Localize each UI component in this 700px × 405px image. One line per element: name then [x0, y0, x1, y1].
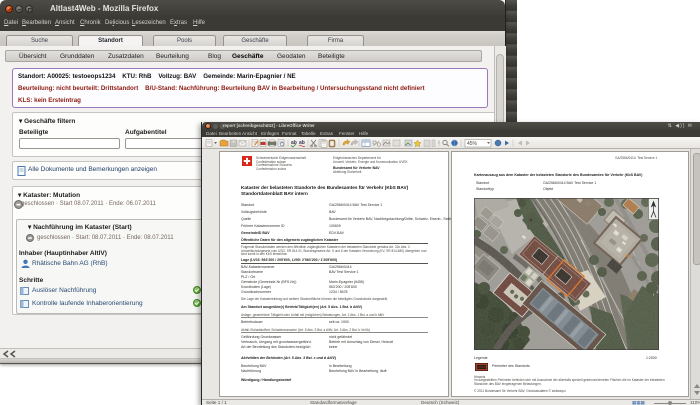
svg-text:45%: 45%: [467, 141, 478, 147]
svg-text:ab: ab: [291, 140, 297, 146]
svg-text:!: !: [438, 141, 440, 148]
